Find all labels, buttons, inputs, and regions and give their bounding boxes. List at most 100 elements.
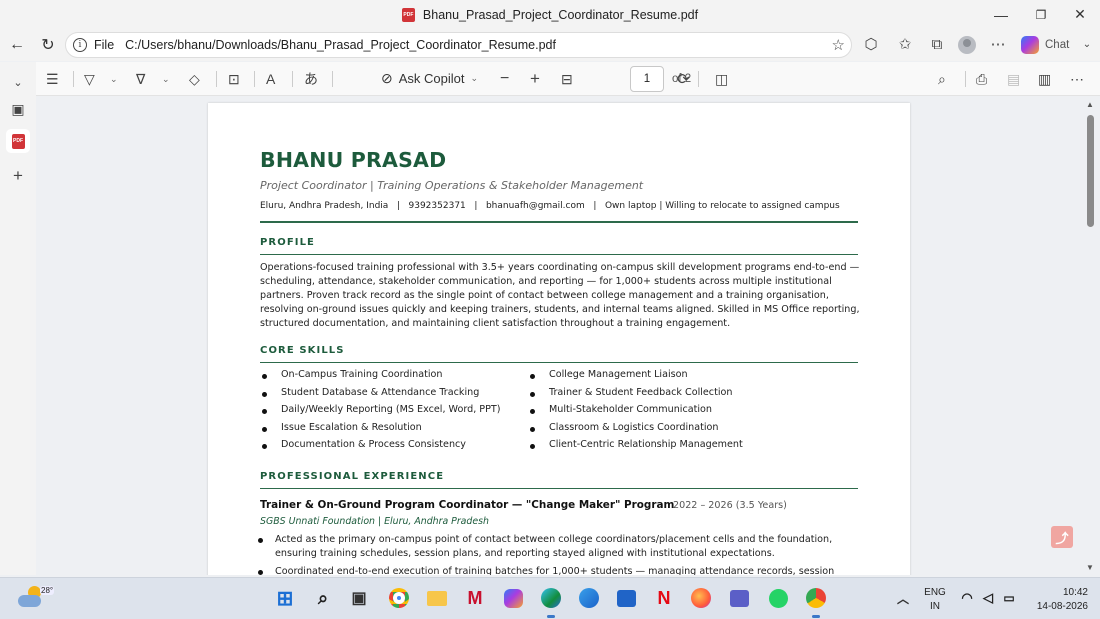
minimize-button[interactable]: — (982, 0, 1020, 29)
find-icon[interactable]: ⌕ (938, 68, 946, 90)
page-number-input[interactable]: 1 (630, 66, 664, 92)
search-icon[interactable]: ⌕ (311, 586, 335, 610)
netflix-icon[interactable]: N (652, 586, 676, 610)
skill-item: College Management Liaison (528, 369, 743, 387)
refresh-icon[interactable]: ↻ (35, 32, 61, 58)
job-bullets: Acted as the primary on-campus point of … (258, 533, 860, 575)
text-box-icon[interactable]: ⊡ (228, 68, 240, 90)
print-icon[interactable]: ⎙ (976, 68, 987, 90)
title-bar: PDF Bhanu_Prasad_Project_Coordinator_Res… (0, 0, 1100, 29)
job-dates: 2022 – 2026 (3.5 Years) (673, 500, 787, 511)
divider (260, 254, 858, 255)
clock[interactable]: 10:42 14-08-2026 (1028, 586, 1088, 614)
edge-beta-icon[interactable] (577, 586, 601, 610)
zoom-in-icon[interactable]: + (530, 68, 540, 90)
profile-icon[interactable] (958, 36, 976, 54)
language-indicator[interactable]: ENG IN (922, 586, 948, 614)
battery-icon[interactable]: ▭ (997, 586, 1021, 610)
divider (254, 71, 255, 87)
resume-contact: Eluru, Andhra Pradesh, India | 939235237… (260, 201, 840, 211)
time: 10:42 (1062, 587, 1088, 598)
edge-icon[interactable] (539, 586, 563, 618)
lang-line-2: IN (930, 601, 940, 612)
chevron-down-icon[interactable]: ⌄ (162, 68, 170, 90)
teams-icon[interactable] (727, 586, 751, 610)
temperature: 28° (40, 586, 55, 595)
settings-icon[interactable]: ⋯ (1070, 68, 1084, 90)
copilot-chat-button[interactable]: Chat (1021, 36, 1069, 54)
lang-line-1: ENG (924, 587, 946, 598)
erase-icon[interactable]: ◇ (189, 68, 200, 90)
favorite-star-icon[interactable]: ☆ (832, 36, 845, 54)
contents-icon[interactable]: ☰ (46, 68, 59, 90)
weather-widget[interactable]: 28° (16, 584, 55, 612)
close-button[interactable]: ✕ (1061, 0, 1099, 29)
pdf-viewer[interactable]: BHANU PRASAD Project Coordinator | Train… (36, 97, 1100, 575)
scheme-label: File (94, 38, 115, 52)
read-aloud-icon[interactable]: A (266, 68, 275, 90)
mcafee-icon[interactable]: M (463, 586, 487, 610)
url-text[interactable]: C:/Users/bhanu/Downloads/Bhanu_Prasad_Pr… (125, 38, 556, 52)
divider (965, 71, 966, 87)
divider (216, 71, 217, 87)
job-organization: SGBS Unnati Foundation | Eluru, Andhra P… (260, 516, 489, 527)
scroll-up-icon[interactable]: ▲ (1086, 100, 1094, 109)
restore-button[interactable]: ❐ (1022, 0, 1060, 29)
divider (292, 71, 293, 87)
draw-icon[interactable]: ∇ (136, 68, 145, 90)
experience-heading: PROFESSIONAL EXPERIENCE (260, 471, 445, 482)
save-as-icon[interactable]: ▥ (1038, 68, 1051, 90)
chat-label: Chat (1045, 39, 1070, 51)
scroll-down-icon[interactable]: ▼ (1086, 563, 1094, 572)
chrome-icon[interactable] (387, 586, 411, 610)
ask-copilot-label: Ask Copilot (398, 71, 465, 86)
tab-actions-icon[interactable]: ▣ (6, 97, 30, 121)
address-bar[interactable]: i File C:/Users/bhanu/Downloads/Bhanu_Pr… (65, 32, 852, 58)
chevron-down-icon: ⌄ (470, 73, 479, 83)
sidebar: ⌄ ▣ PDF + (0, 62, 36, 575)
skill-item: Trainer & Student Feedback Collection (528, 387, 743, 405)
chrome-profile-icon[interactable] (804, 586, 828, 618)
sidebar-pdf-tab[interactable]: PDF (6, 129, 30, 153)
back-icon[interactable]: ← (4, 32, 30, 58)
new-tab-icon[interactable]: + (6, 164, 30, 188)
divider (73, 71, 74, 87)
rotate-icon-2[interactable]: ⟳ (677, 68, 690, 90)
fit-page-icon[interactable]: ⊟ (561, 68, 573, 90)
acrobat-icon[interactable]: ⤴ (1051, 526, 1073, 548)
extensions-icon[interactable]: ⬡ (860, 32, 882, 56)
copilot-icon: ⊘ (381, 70, 393, 86)
file-explorer-icon[interactable] (425, 586, 449, 610)
copilot-icon (1021, 36, 1039, 54)
more-icon[interactable]: ⋯ (987, 32, 1009, 56)
copilot-app-icon[interactable] (501, 586, 525, 610)
divider (260, 488, 858, 489)
ask-copilot-button[interactable]: ⊘ Ask Copilot ⌄ (381, 70, 478, 87)
save-icon[interactable]: ▤ (1007, 68, 1020, 90)
zoom-out-icon[interactable]: − (500, 68, 509, 90)
collections-icon[interactable]: ⧉ (926, 32, 948, 56)
skills-heading: CORE SKILLS (260, 345, 345, 356)
chevron-down-icon[interactable]: ⌄ (110, 68, 118, 90)
firefox-icon[interactable] (689, 586, 713, 610)
translate-icon[interactable]: あ (304, 68, 318, 90)
vertical-scrollbar[interactable]: ▲ ▼ (1084, 97, 1098, 575)
highlight-icon[interactable]: ▽ (84, 68, 95, 90)
window-title-text: Bhanu_Prasad_Project_Coordinator_Resume.… (422, 7, 699, 22)
tray-chevron-up-icon[interactable]: ︿ (891, 586, 915, 610)
task-view-icon[interactable]: ▣ (347, 586, 371, 610)
favorites-icon[interactable]: ✩ (894, 32, 916, 56)
info-icon[interactable]: i (73, 38, 87, 52)
divider (698, 71, 699, 87)
resume-subtitle: Project Coordinator | Training Operation… (260, 179, 644, 192)
scrollbar-thumb[interactable] (1087, 115, 1094, 227)
job-bullet: Coordinated end-to-end execution of trai… (258, 565, 860, 575)
whatsapp-icon[interactable] (766, 586, 790, 610)
sidebar-collapse-icon[interactable]: ⌄ (6, 70, 30, 94)
chevron-down-icon[interactable]: ⌄ (1076, 32, 1098, 56)
store-icon[interactable] (614, 586, 638, 610)
cloud-icon (18, 595, 41, 607)
page-view-icon[interactable]: ◫ (715, 68, 728, 90)
job-bullet: Acted as the primary on-campus point of … (258, 533, 860, 561)
start-icon[interactable]: ⊞ (273, 586, 297, 610)
